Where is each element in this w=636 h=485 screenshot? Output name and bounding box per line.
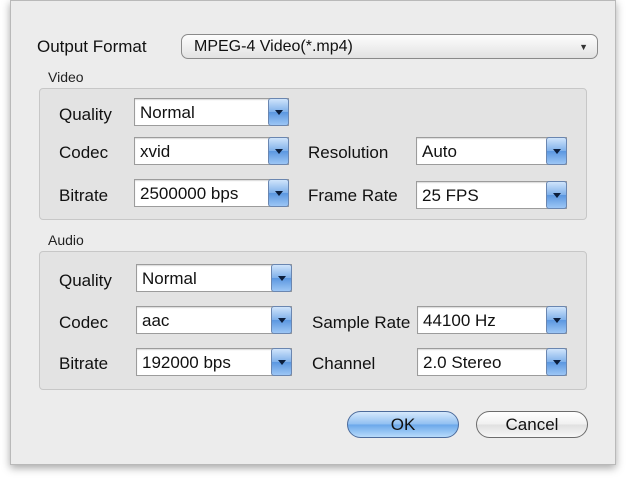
video-framerate-label: Frame Rate: [308, 186, 398, 205]
video-resolution-value: Auto: [422, 142, 457, 161]
chevron-down-icon[interactable]: [268, 137, 289, 165]
video-bitrate-combo[interactable]: 2500000 bps: [134, 179, 289, 207]
ok-button[interactable]: OK: [347, 411, 459, 438]
audio-section-title: Audio: [48, 232, 84, 248]
audio-codec-label: Codec: [59, 313, 109, 332]
video-bitrate-value: 2500000 bps: [140, 184, 239, 203]
output-format-label: Output Format: [37, 37, 147, 56]
output-format-popup[interactable]: MPEG-4 Video(*.mp4) ▼: [181, 34, 598, 59]
chevron-down-icon[interactable]: [546, 306, 567, 334]
video-resolution-combo[interactable]: Auto: [416, 137, 567, 165]
audio-quality-value: Normal: [142, 269, 197, 288]
cancel-button[interactable]: Cancel: [476, 411, 588, 438]
audio-codec-value: aac: [142, 311, 170, 330]
video-quality-label: Quality: [59, 105, 112, 124]
audio-samplerate-value: 44100 Hz: [423, 311, 496, 330]
chevron-down-icon[interactable]: [268, 179, 289, 207]
chevron-down-icon[interactable]: [271, 306, 292, 334]
chevron-down-icon[interactable]: [268, 98, 289, 126]
audio-bitrate-combo[interactable]: 192000 bps: [136, 348, 292, 376]
video-section-title: Video: [48, 69, 84, 85]
chevron-down-icon[interactable]: [271, 264, 292, 292]
chevron-down-icon[interactable]: [546, 348, 567, 376]
audio-quality-label: Quality: [59, 271, 112, 290]
video-codec-combo[interactable]: xvid: [134, 137, 289, 165]
video-resolution-label: Resolution: [308, 143, 389, 162]
chevron-down-icon: ▼: [579, 42, 588, 52]
audio-channel-value: 2.0 Stereo: [423, 353, 502, 372]
video-quality-combo[interactable]: Normal: [134, 98, 289, 126]
video-quality-value: Normal: [140, 103, 195, 122]
audio-samplerate-combo[interactable]: 44100 Hz: [417, 306, 567, 334]
video-framerate-value: 25 FPS: [422, 186, 479, 205]
audio-bitrate-value: 192000 bps: [142, 353, 231, 372]
video-codec-value: xvid: [140, 142, 171, 161]
output-format-value: MPEG-4 Video(*.mp4): [194, 38, 353, 55]
audio-channel-combo[interactable]: 2.0 Stereo: [417, 348, 567, 376]
output-settings-dialog: Output Format MPEG-4 Video(*.mp4) ▼ Vide…: [10, 0, 616, 465]
audio-quality-combo[interactable]: Normal: [136, 264, 292, 292]
chevron-down-icon[interactable]: [546, 137, 567, 165]
audio-codec-combo[interactable]: aac: [136, 306, 292, 334]
audio-channel-label: Channel: [312, 354, 376, 373]
chevron-down-icon[interactable]: [546, 181, 567, 209]
chevron-down-icon[interactable]: [271, 348, 292, 376]
video-bitrate-label: Bitrate: [59, 186, 109, 205]
audio-samplerate-label: Sample Rate: [312, 313, 411, 332]
audio-bitrate-label: Bitrate: [59, 354, 109, 373]
video-codec-label: Codec: [59, 143, 109, 162]
video-framerate-combo[interactable]: 25 FPS: [416, 181, 567, 209]
